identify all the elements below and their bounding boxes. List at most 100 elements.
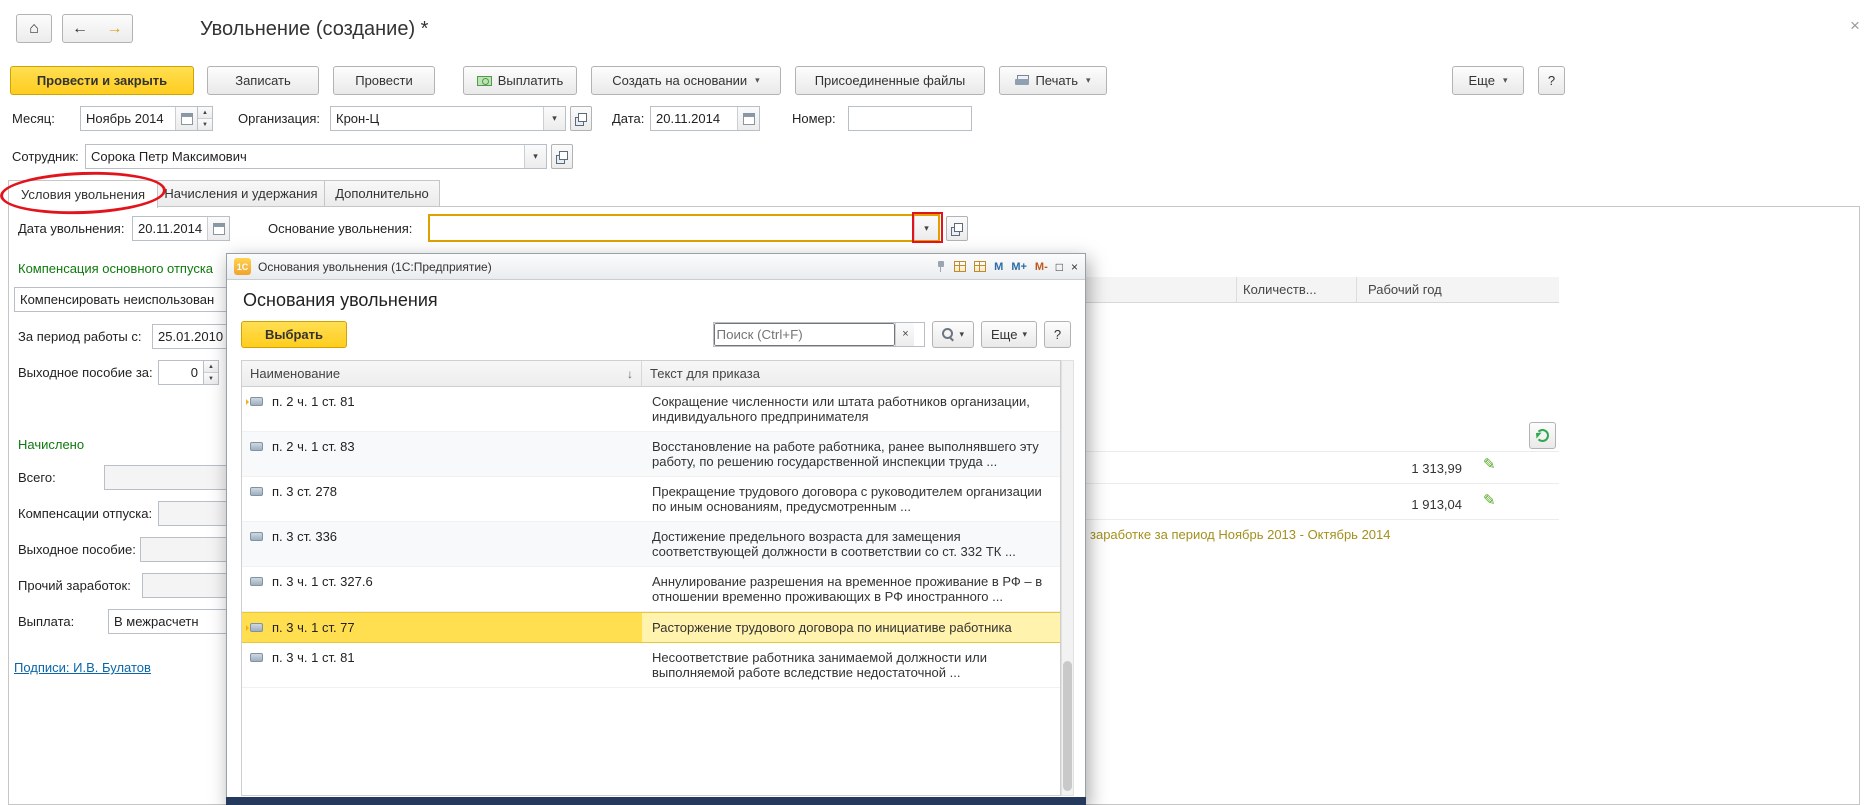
- pin-icon[interactable]: [936, 261, 946, 272]
- scrollbar-thumb[interactable]: [1063, 661, 1072, 791]
- refresh-button[interactable]: [1529, 422, 1556, 449]
- signatures-link[interactable]: Подписи: И.В. Булатов: [14, 660, 151, 675]
- reason-text: Сокращение численности или штата работни…: [642, 387, 1060, 431]
- reason-row[interactable]: п. 3 ст. 278 Прекращение трудового догов…: [242, 477, 1060, 522]
- dismissal-date-calendar-button[interactable]: [207, 217, 229, 240]
- col-name-label: Наименование: [250, 366, 340, 381]
- dialog-system-icons: М М+ М- □ ×: [936, 261, 1078, 273]
- reasons-table: Наименование ↓ Текст для приказа п. 2 ч.…: [241, 360, 1061, 796]
- chevron-down-icon: ▾: [959, 329, 964, 340]
- memory-m-plus-button[interactable]: М+: [1011, 261, 1027, 273]
- dismissal-date-label: Дата увольнения:: [18, 221, 124, 236]
- reason-text: Прекращение трудового договора с руковод…: [642, 477, 1060, 521]
- tab-conditions-label: Условия увольнения: [21, 187, 145, 202]
- reason-label: Основание увольнения:: [268, 221, 412, 236]
- search-button[interactable]: ▾: [932, 321, 974, 348]
- memory-m-minus-button[interactable]: М-: [1035, 261, 1048, 273]
- item-marked-icon: [250, 397, 263, 406]
- reason-name-cell: п. 3 ст. 336: [242, 522, 642, 566]
- col-text-label: Текст для приказа: [650, 366, 760, 381]
- edit-pencil-icon[interactable]: ✎: [1483, 493, 1496, 508]
- reason-name: п. 3 ст. 336: [272, 529, 337, 544]
- app-window: ⌂ ← → Увольнение (создание) * × Провести…: [0, 0, 1876, 805]
- payout-select[interactable]: [109, 610, 231, 633]
- 1c-logo-icon: 1С: [234, 258, 251, 275]
- dialog-close-button[interactable]: ×: [1071, 261, 1078, 273]
- reason-open-button[interactable]: [946, 216, 968, 241]
- other-income-label: Прочий заработок:: [18, 578, 131, 593]
- scrollbar[interactable]: [1061, 360, 1074, 796]
- reason-name: п. 2 ч. 1 ст. 81: [272, 394, 355, 409]
- reason-name-cell: п. 3 ч. 1 ст. 77: [242, 613, 642, 642]
- reason-dropdown-button[interactable]: ▾: [914, 216, 938, 240]
- payout-label: Выплата:: [18, 614, 74, 629]
- search-clear-icon[interactable]: ×: [895, 323, 914, 346]
- maximize-button[interactable]: □: [1056, 261, 1063, 273]
- dismissal-date-input[interactable]: [133, 217, 207, 240]
- search-input[interactable]: [714, 323, 895, 346]
- item-marked-icon: [250, 623, 263, 632]
- amount-value[interactable]: 1 913,04: [1360, 497, 1462, 512]
- dialog-title: Основания увольнения (1С:Предприятие): [258, 260, 492, 274]
- refresh-icon: [1536, 429, 1549, 442]
- reason-row[interactable]: п. 3 ч. 1 ст. 81 Несоответствие работник…: [242, 643, 1060, 688]
- reason-text: Аннулирование разрешения на временное пр…: [642, 567, 1060, 611]
- reason-text: Несоответствие работника занимаемой долж…: [642, 643, 1060, 687]
- reasons-table-header: Наименование ↓ Текст для приказа: [242, 361, 1060, 387]
- chevron-down-icon: ▾: [1022, 329, 1027, 340]
- report-icon[interactable]: [974, 261, 986, 272]
- reason-name-cell: п. 3 ч. 1 ст. 327.6: [242, 567, 642, 611]
- severance-input[interactable]: [159, 361, 203, 384]
- reason-row[interactable]: п. 2 ч. 1 ст. 83 Восстановление на работ…: [242, 432, 1060, 477]
- spinner-up-icon[interactable]: ▲: [204, 361, 218, 373]
- reason-row[interactable]: п. 2 ч. 1 ст. 81 Сокращение численности …: [242, 387, 1060, 432]
- reason-name: п. 3 ч. 1 ст. 327.6: [272, 574, 373, 589]
- dialog-more-label: Еще: [991, 327, 1017, 342]
- reason-input[interactable]: [430, 216, 914, 240]
- memory-m-button[interactable]: М: [994, 261, 1003, 273]
- section-vacation-compensation: Компенсация основного отпуска: [18, 261, 213, 276]
- col-name-header[interactable]: Наименование ↓: [242, 361, 642, 386]
- reasons-dialog: 1С Основания увольнения (1С:Предприятие)…: [226, 253, 1086, 805]
- note-text: заработке за период Ноябрь 2013 - Октябр…: [1090, 527, 1391, 542]
- severance-field: [158, 360, 204, 385]
- reason-name-cell: п. 2 ч. 1 ст. 81: [242, 387, 642, 431]
- report-icon[interactable]: [954, 261, 966, 272]
- col-count-header[interactable]: Количеств...: [1243, 282, 1317, 297]
- edit-pencil-icon[interactable]: ✎: [1483, 457, 1496, 472]
- reason-name: п. 3 ч. 1 ст. 77: [272, 620, 355, 635]
- section-accrued: Начислено: [18, 437, 84, 452]
- severance-spinner: ▲ ▼: [204, 360, 219, 385]
- reason-name-cell: п. 3 ст. 278: [242, 477, 642, 521]
- select-button[interactable]: Выбрать: [241, 321, 347, 348]
- calendar-icon: [213, 223, 225, 235]
- select-label: Выбрать: [265, 327, 323, 342]
- dialog-more-button[interactable]: Еще ▾: [981, 321, 1037, 348]
- reasons-list: п. 2 ч. 1 ст. 81 Сокращение численности …: [242, 387, 1060, 688]
- dismissal-date-field: [132, 216, 230, 241]
- severance-pay-label: Выходное пособие:: [18, 542, 136, 557]
- reason-row[interactable]: п. 3 ч. 1 ст. 327.6 Аннулирование разреш…: [242, 567, 1060, 612]
- chevron-down-icon: ▾: [924, 223, 929, 234]
- item-icon: [250, 577, 263, 586]
- grid-line: [1086, 519, 1559, 520]
- vacation-comp-label: Компенсации отпуска:: [18, 506, 152, 521]
- reason-name-cell: п. 2 ч. 1 ст. 83: [242, 432, 642, 476]
- grid-line: [1086, 451, 1559, 452]
- reason-row[interactable]: п. 3 ч. 1 ст. 77 Расторжение трудового д…: [242, 612, 1060, 643]
- search-group: × ▾ Еще ▾ ?: [713, 321, 1071, 348]
- tab-conditions[interactable]: Условия увольнения: [8, 180, 158, 208]
- reason-name: п. 3 ч. 1 ст. 81: [272, 650, 355, 665]
- reason-row[interactable]: п. 3 ст. 336 Достижение предельного возр…: [242, 522, 1060, 567]
- dialog-help-button[interactable]: ?: [1044, 321, 1071, 348]
- col-work-year-header[interactable]: Рабочий год: [1368, 282, 1442, 297]
- spinner-down-icon[interactable]: ▼: [204, 373, 218, 384]
- reason-name: п. 3 ст. 278: [272, 484, 337, 499]
- dialog-titlebar[interactable]: 1С Основания увольнения (1С:Предприятие)…: [227, 254, 1085, 280]
- item-icon: [250, 653, 263, 662]
- dialog-heading: Основания увольнения: [243, 290, 438, 311]
- amount-value[interactable]: 1 313,99: [1360, 461, 1462, 476]
- item-icon: [250, 487, 263, 496]
- reason-name-cell: п. 3 ч. 1 ст. 81: [242, 643, 642, 687]
- col-text-header[interactable]: Текст для приказа: [642, 361, 1060, 386]
